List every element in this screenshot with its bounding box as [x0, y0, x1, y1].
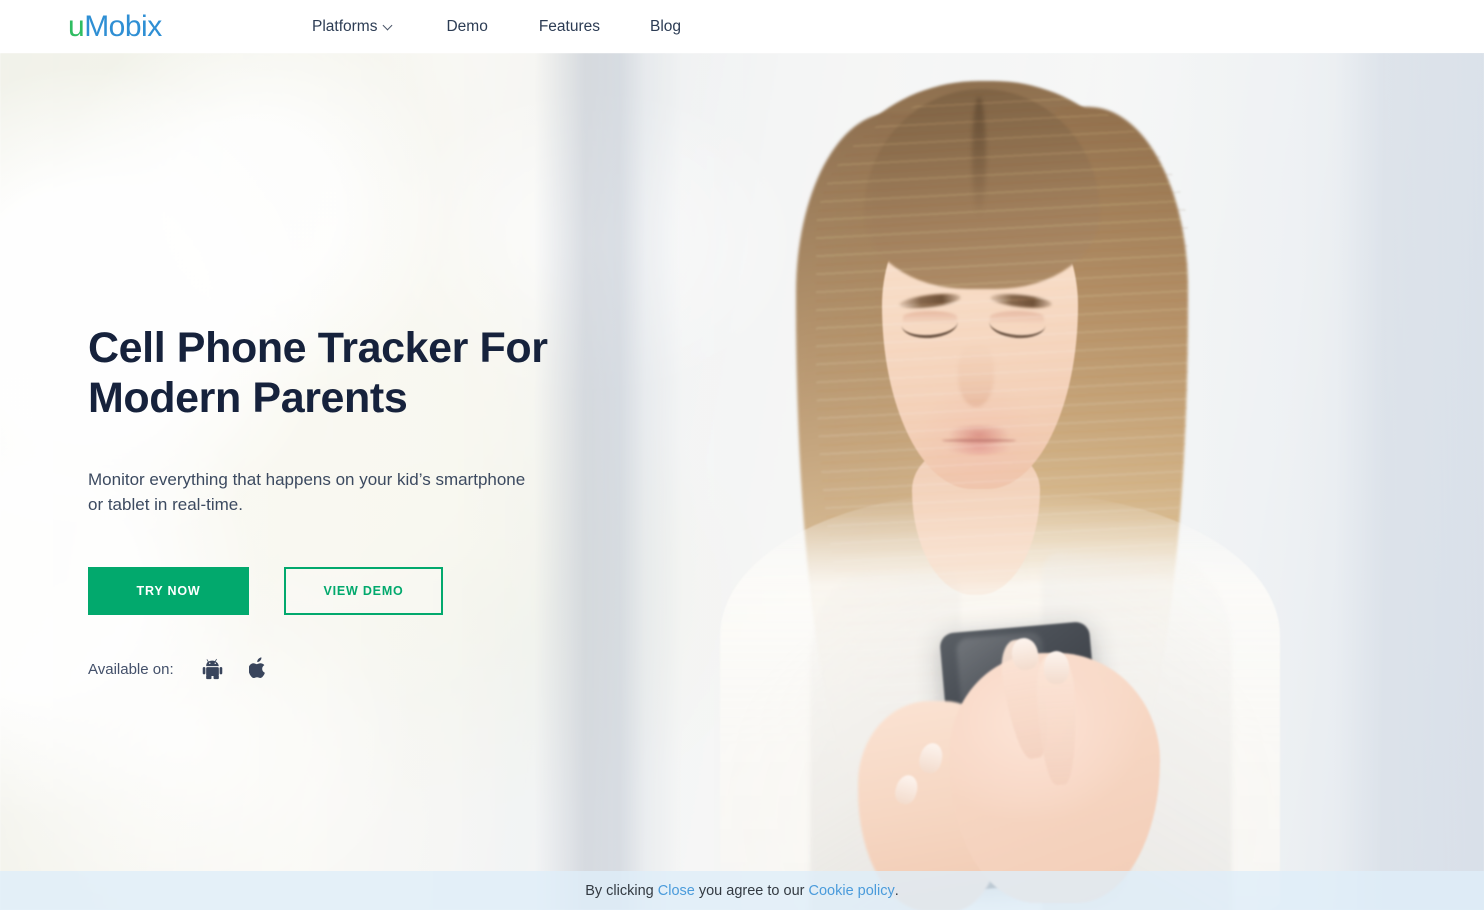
cookie-policy-link[interactable]: Cookie policy	[809, 883, 895, 899]
nav-item-blog-label: Blog	[650, 18, 682, 35]
nav-item-platforms-label: Platforms	[312, 18, 378, 35]
hero-title-line-1: Cell Phone Tracker For	[88, 324, 548, 372]
nav-item-demo-label: Demo	[446, 18, 488, 35]
hero-section: Cell Phone Tracker For Modern Parents Mo…	[0, 53, 1484, 910]
hero-cta-row: TRY NOW VIEW DEMO	[88, 567, 648, 615]
available-on-row: Available on:	[88, 657, 648, 681]
hero-subtitle-line-2: or tablet in real-time.	[88, 495, 243, 514]
site-header: uMobix Platforms Demo Features Blog Engl…	[0, 0, 1484, 53]
cookie-consent-bar: By clicking Close you agree to our Cooki…	[0, 871, 1484, 910]
logo[interactable]: uMobix	[68, 9, 162, 45]
main-navigation: Platforms Demo Features Blog	[312, 0, 681, 53]
page-title: Cell Phone Tracker For Modern Parents	[88, 323, 648, 423]
hero-subtitle-line-1: Monitor everything that happens on your …	[88, 470, 526, 489]
nav-item-blog[interactable]: Blog	[650, 0, 681, 53]
chevron-down-icon	[384, 22, 392, 30]
nav-item-features-label: Features	[538, 18, 600, 35]
nav-item-platforms[interactable]: Platforms	[312, 0, 392, 53]
cookie-close-link[interactable]: Close	[658, 883, 695, 899]
apple-icon[interactable]	[248, 657, 268, 681]
page-root: uMobix Platforms Demo Features Blog Engl…	[0, 0, 1484, 910]
hero-title-line-2: Modern Parents	[88, 374, 408, 422]
logo-prefix: u	[68, 10, 85, 43]
hero-subtitle: Monitor everything that happens on your …	[88, 467, 568, 517]
nav-item-features[interactable]: Features	[539, 0, 600, 53]
android-icon[interactable]	[202, 657, 223, 681]
hero-view-demo-button[interactable]: VIEW DEMO	[284, 567, 443, 615]
logo-rest: Mobix	[84, 10, 162, 43]
cookie-text-after: .	[894, 882, 899, 899]
hero-try-now-button[interactable]: TRY NOW	[88, 567, 249, 615]
nav-item-demo[interactable]: Demo	[446, 0, 487, 53]
cookie-text-before: By clicking	[585, 882, 658, 899]
cookie-text-middle: you agree to our	[694, 882, 809, 899]
hero-content: Cell Phone Tracker For Modern Parents Mo…	[88, 323, 648, 681]
available-on-label: Available on:	[88, 660, 174, 678]
hero-photo-woman-with-phone	[620, 53, 1340, 910]
